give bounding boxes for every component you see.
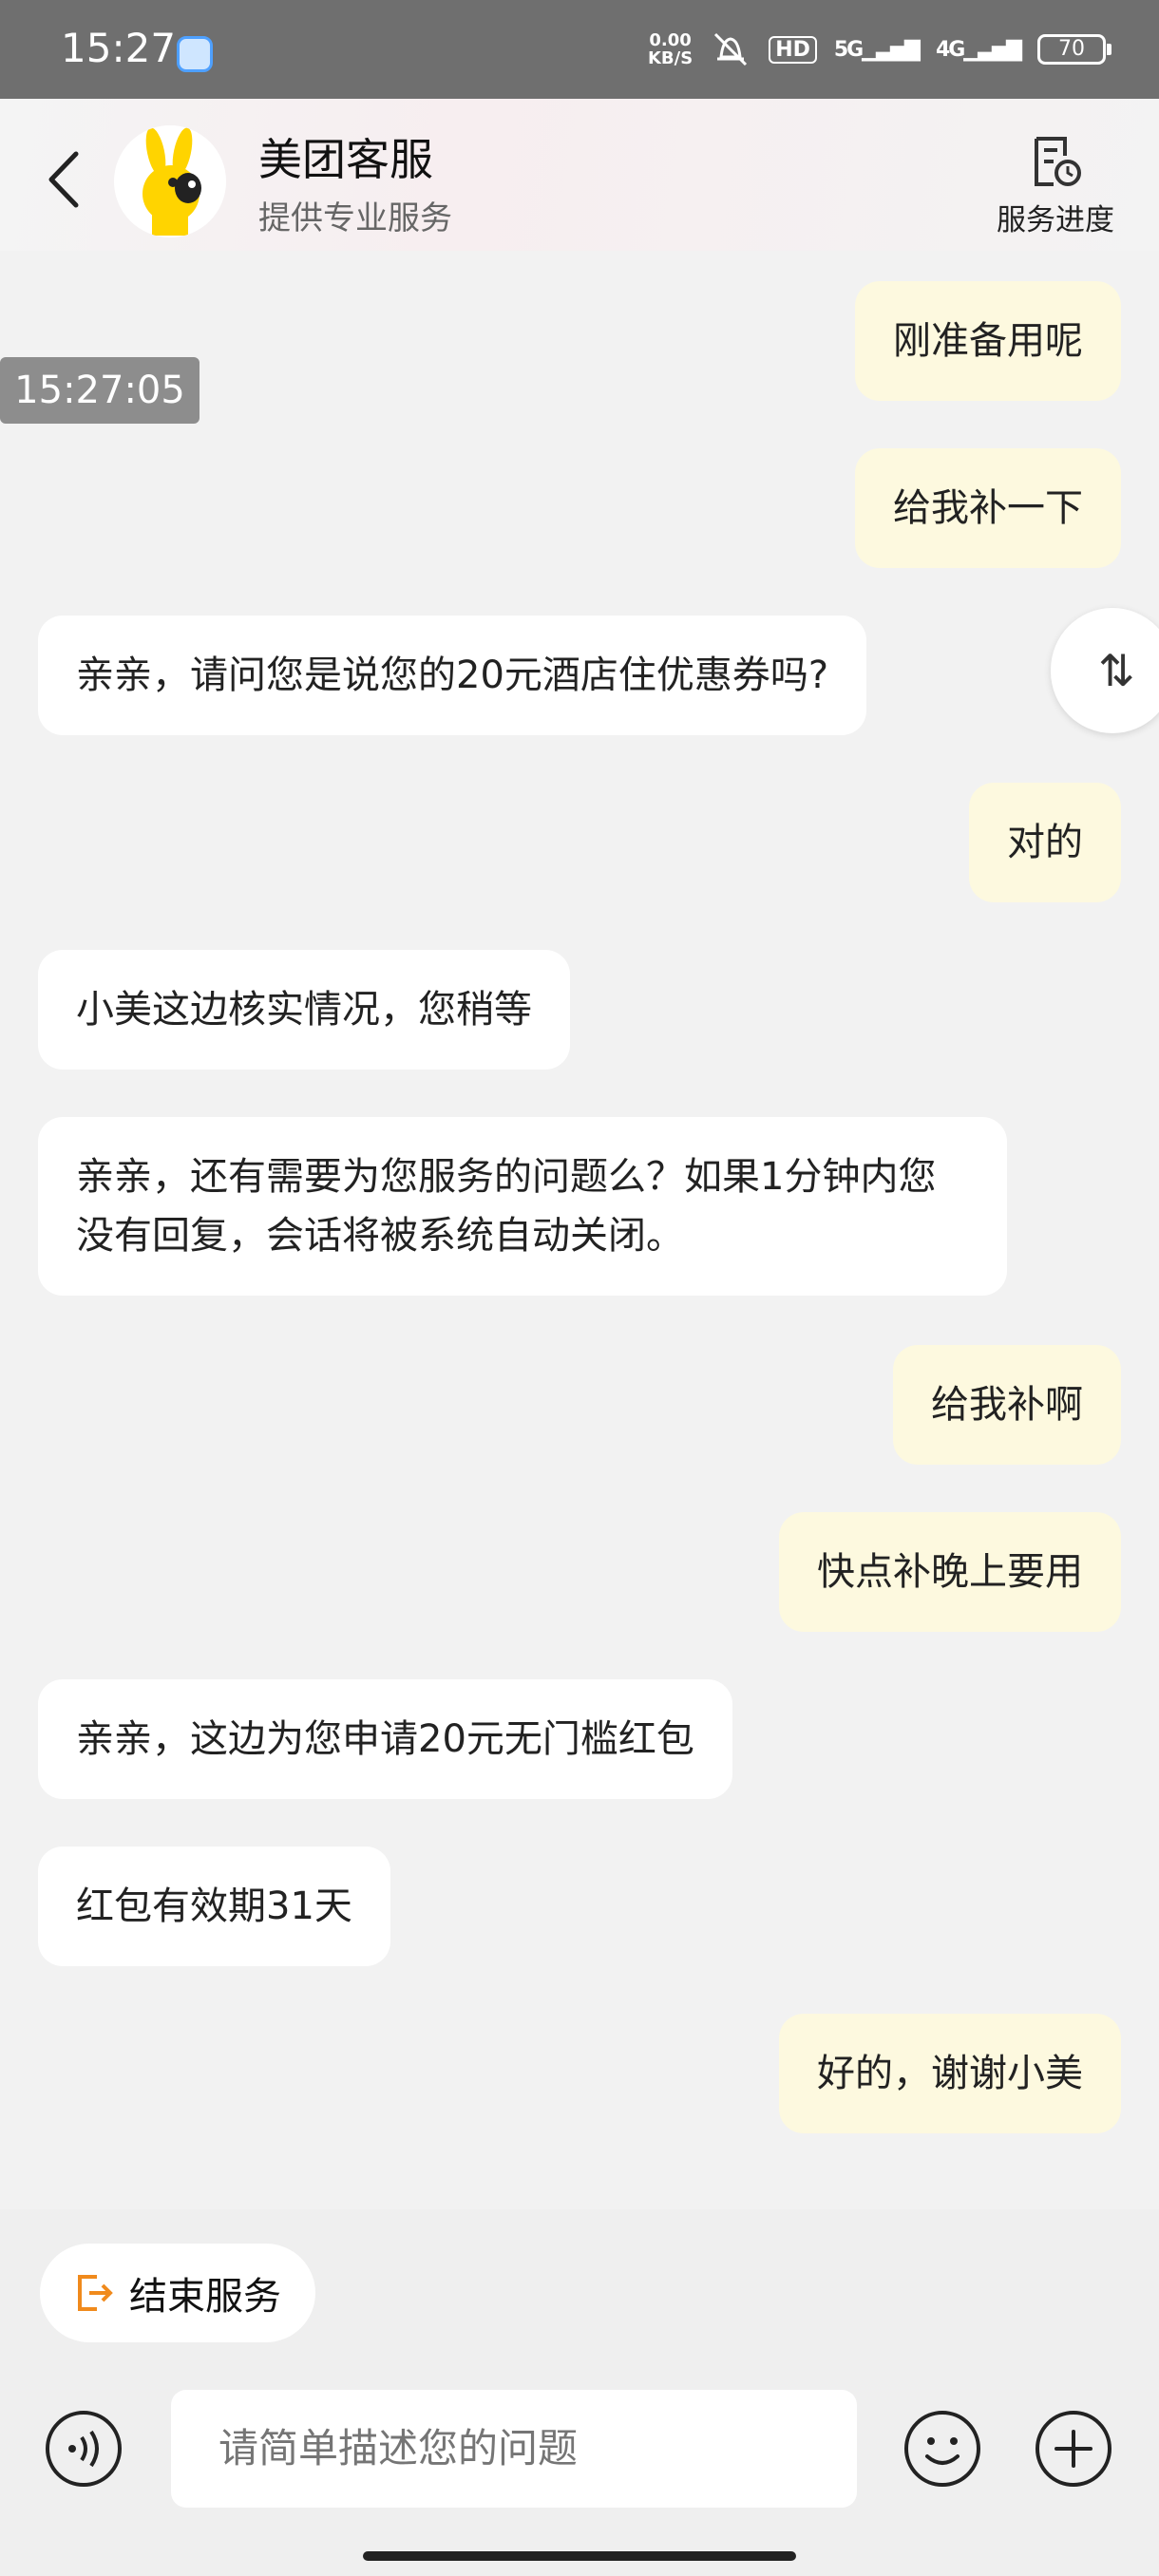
message-agent[interactable]: 亲亲，这边为您申请20元无门槛红包 bbox=[38, 1679, 732, 1799]
chat-title: 美团客服 bbox=[258, 134, 433, 185]
signal-4g-icon: 4G▁▃▅▇ bbox=[935, 37, 1022, 62]
sort-toggle-icon[interactable]: ⇅ bbox=[1051, 608, 1159, 733]
message-user[interactable]: 快点补晚上要用 bbox=[779, 1512, 1121, 1632]
notification-app-icon bbox=[177, 36, 213, 72]
service-progress-button[interactable]: 服务进度 bbox=[984, 133, 1127, 237]
message-input[interactable] bbox=[171, 2390, 857, 2508]
battery-level: 70 bbox=[1058, 37, 1085, 61]
voice-input-icon[interactable] bbox=[44, 2409, 124, 2489]
message-user[interactable]: 对的 bbox=[969, 783, 1121, 902]
network-speed-unit: KB/S bbox=[647, 48, 694, 68]
message-agent[interactable]: 小美这边核实情况，您稍等 bbox=[38, 950, 570, 1070]
document-clock-icon bbox=[1035, 137, 1081, 186]
service-progress-label: 服务进度 bbox=[997, 203, 1114, 237]
home-indicator[interactable] bbox=[363, 2551, 796, 2561]
plus-icon[interactable] bbox=[1032, 2407, 1115, 2491]
network-speed: 0.00 KB/S bbox=[648, 31, 693, 67]
message-agent[interactable]: 红包有效期31天 bbox=[38, 1847, 390, 1966]
signal-4g-label: 4G bbox=[935, 37, 965, 62]
message-timestamp: 15:27:05 bbox=[0, 357, 200, 424]
back-arrow-icon[interactable] bbox=[38, 146, 95, 213]
message-user[interactable]: 给我补啊 bbox=[893, 1345, 1121, 1465]
avatar[interactable] bbox=[114, 125, 226, 237]
message-user[interactable]: 给我补一下 bbox=[855, 448, 1121, 568]
status-time: 15:27 bbox=[61, 25, 177, 71]
mute-bell-icon bbox=[714, 32, 748, 66]
message-user[interactable]: 好的，谢谢小美 bbox=[779, 2014, 1121, 2133]
end-service-label: 结束服务 bbox=[129, 2275, 281, 2319]
status-icons: 0.00 KB/S HD 5G▁▃▅▇ 4G▁▃▅▇ 70 bbox=[648, 30, 1112, 68]
signal-5g-icon: 5G▁▃▅▇ bbox=[833, 37, 921, 62]
battery-icon: 70 bbox=[1037, 34, 1112, 65]
signal-5g-label: 5G bbox=[833, 37, 864, 62]
status-bar: 15:27 0.00 KB/S HD 5G▁▃▅▇ 4G▁▃▅▇ 70 bbox=[0, 0, 1159, 99]
bottom-bar: 结束服务 bbox=[0, 2209, 1159, 2576]
message-agent[interactable]: 亲亲，还有需要为您服务的问题么？如果1分钟内您没有回复，会话将被系统自动关闭。 bbox=[38, 1117, 1007, 1296]
network-speed-value: 0.00 bbox=[649, 30, 692, 50]
kangaroo-mascot-icon bbox=[114, 125, 226, 237]
hd-badge: HD bbox=[769, 35, 817, 64]
message-agent[interactable]: 亲亲，请问您是说您的20元酒店住优惠券吗? bbox=[38, 616, 867, 735]
emoji-icon[interactable] bbox=[901, 2407, 984, 2491]
exit-icon bbox=[78, 2275, 113, 2311]
end-service-button[interactable]: 结束服务 bbox=[40, 2244, 315, 2342]
message-user[interactable]: 刚准备用呢 bbox=[855, 281, 1121, 401]
chat-subtitle: 提供专业服务 bbox=[258, 199, 452, 237]
chat-header: 美团客服 提供专业服务 服务进度 bbox=[0, 99, 1159, 251]
